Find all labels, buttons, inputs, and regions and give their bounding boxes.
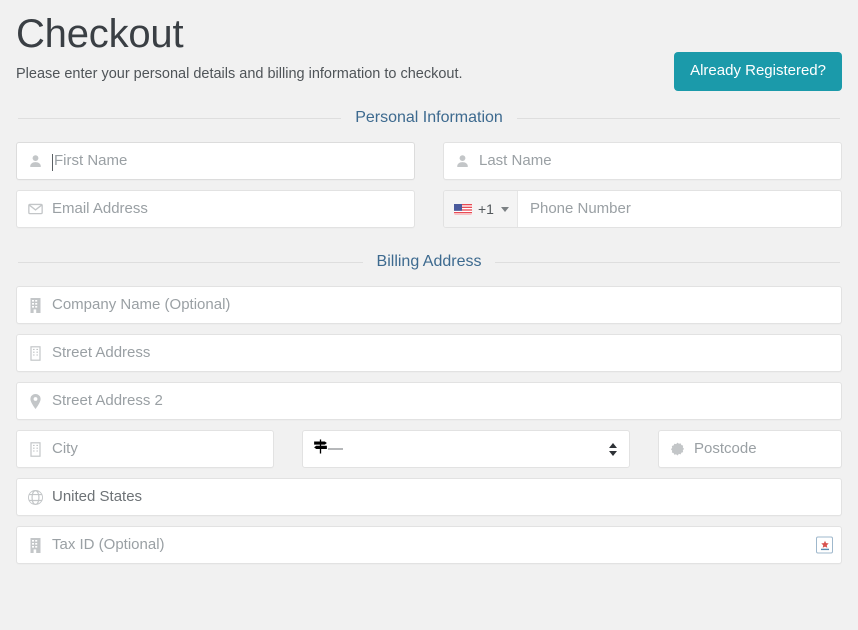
company-name-placeholder: Company Name (Optional) — [52, 296, 231, 313]
phone-dial-code: +1 — [478, 201, 494, 217]
name-row: First Name Last Name — [16, 142, 842, 180]
globe-icon — [27, 489, 44, 506]
country-row: United States — [16, 478, 842, 516]
divider-rule-left — [18, 261, 363, 263]
country-col: United States — [16, 478, 842, 516]
last-name-placeholder: Last Name — [479, 152, 552, 169]
tax-id-row: Tax ID (Optional) — [16, 526, 842, 564]
section-title-personal-information: Personal Information — [355, 109, 503, 126]
section-divider-billing-address: Billing Address — [16, 252, 842, 272]
email-field[interactable]: Email Address — [16, 190, 415, 228]
city-placeholder: City — [52, 440, 78, 457]
email-placeholder: Email Address — [52, 200, 148, 217]
tax-id-placeholder: Tax ID (Optional) — [52, 536, 165, 553]
first-name-field[interactable]: First Name — [16, 142, 415, 180]
street2-col: Street Address 2 — [16, 382, 842, 420]
postcode-field[interactable]: Postcode — [658, 430, 842, 468]
divider-rule-left — [18, 117, 342, 119]
phone-country-selector[interactable]: +1 — [444, 191, 518, 227]
street-address-field[interactable]: Street Address — [16, 334, 842, 372]
city-state-postcode-row: City — Postcode — [16, 430, 842, 468]
select-stepper-icon[interactable] — [607, 440, 619, 458]
phone-col: +1 Phone Number — [443, 190, 842, 228]
text-cursor — [52, 153, 53, 171]
tax-id-col: Tax ID (Optional) — [16, 526, 842, 564]
building-icon — [27, 537, 44, 554]
us-flag-icon — [454, 203, 472, 215]
signpost-icon — [313, 439, 328, 459]
postcode-placeholder: Postcode — [694, 440, 757, 457]
seal-icon — [669, 441, 686, 458]
divider-rule-right — [516, 117, 841, 119]
section-divider-personal-information: Personal Information — [16, 108, 842, 128]
section-title-billing-address: Billing Address — [376, 253, 482, 270]
country-value: United States — [52, 488, 143, 505]
city-field[interactable]: City — [16, 430, 274, 468]
state-select[interactable]: — — [302, 430, 630, 468]
user-icon — [27, 153, 44, 170]
phone-number-input[interactable]: Phone Number — [518, 191, 841, 227]
company-col: Company Name (Optional) — [16, 286, 842, 324]
street-address-2-field[interactable]: Street Address 2 — [16, 382, 842, 420]
last-name-field[interactable]: Last Name — [443, 142, 842, 180]
map-pin-icon — [27, 393, 44, 410]
state-selected-value: — — [328, 440, 343, 457]
city-col: City — [16, 430, 274, 468]
building-icon — [27, 297, 44, 314]
page-title: Checkout — [16, 12, 184, 56]
first-name-col: First Name — [16, 142, 415, 180]
company-name-field[interactable]: Company Name (Optional) — [16, 286, 842, 324]
tax-id-field[interactable]: Tax ID (Optional) — [16, 526, 842, 564]
phone-placeholder: Phone Number — [529, 200, 631, 217]
street1-row: Street Address — [16, 334, 842, 372]
street-address-2-placeholder: Street Address 2 — [52, 392, 163, 409]
street-address-placeholder: Street Address — [52, 344, 151, 361]
last-name-col: Last Name — [443, 142, 842, 180]
street2-row: Street Address 2 — [16, 382, 842, 420]
envelope-icon — [27, 201, 44, 218]
chevron-down-icon — [500, 206, 509, 212]
postcode-col: Postcode — [658, 430, 842, 468]
checkout-page: Checkout Please enter your personal deta… — [0, 0, 858, 630]
user-icon — [454, 153, 471, 170]
company-row: Company Name (Optional) — [16, 286, 842, 324]
chevron-down-icon — [609, 450, 617, 456]
state-col: — — [302, 430, 630, 468]
extension-badge-icon[interactable] — [816, 536, 833, 554]
building-icon — [27, 441, 44, 458]
first-name-placeholder: First Name — [54, 152, 128, 169]
phone-field[interactable]: +1 Phone Number — [443, 190, 842, 228]
building-icon — [27, 345, 44, 362]
already-registered-button[interactable]: Already Registered? — [674, 52, 842, 91]
page-header: Checkout Please enter your personal deta… — [16, 0, 842, 91]
divider-rule-right — [495, 261, 841, 263]
chevron-up-icon — [609, 442, 617, 448]
country-field[interactable]: United States — [16, 478, 842, 516]
street1-col: Street Address — [16, 334, 842, 372]
email-col: Email Address — [16, 190, 415, 228]
contact-row: Email Address +1 Phone Number — [16, 190, 842, 228]
